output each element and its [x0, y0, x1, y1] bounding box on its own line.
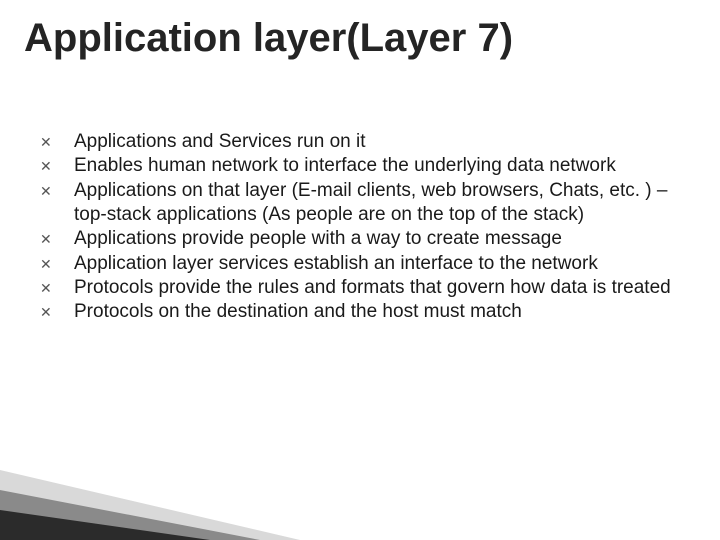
bullet-text: Application layer services establish an … [74, 252, 690, 276]
list-item: ✕ Application layer services establish a… [40, 252, 690, 276]
list-item: ✕ Applications on that layer (E-mail cli… [40, 179, 690, 228]
bullet-text: Applications and Services run on it [74, 130, 690, 154]
list-item: ✕ Protocols on the destination and the h… [40, 300, 690, 324]
corner-decoration [0, 430, 360, 540]
slide: Application layer(Layer 7) ✕ Application… [0, 0, 720, 540]
bullet-text: Enables human network to interface the u… [74, 154, 690, 178]
bullet-text: Protocols provide the rules and formats … [74, 276, 690, 300]
bullet-icon: ✕ [40, 252, 74, 274]
bullet-icon: ✕ [40, 130, 74, 152]
list-item: ✕ Enables human network to interface the… [40, 154, 690, 178]
bullet-text: Protocols on the destination and the hos… [74, 300, 690, 324]
list-item: ✕ Applications and Services run on it [40, 130, 690, 154]
bullet-icon: ✕ [40, 179, 74, 201]
bullet-icon: ✕ [40, 276, 74, 298]
bullet-icon: ✕ [40, 154, 74, 176]
bullet-text: Applications provide people with a way t… [74, 227, 690, 251]
bullet-text: Applications on that layer (E-mail clien… [74, 179, 690, 228]
bullet-icon: ✕ [40, 300, 74, 322]
slide-title: Application layer(Layer 7) [24, 16, 513, 61]
bullet-icon: ✕ [40, 227, 74, 249]
bullet-list: ✕ Applications and Services run on it ✕ … [40, 130, 690, 325]
list-item: ✕ Applications provide people with a way… [40, 227, 690, 251]
list-item: ✕ Protocols provide the rules and format… [40, 276, 690, 300]
